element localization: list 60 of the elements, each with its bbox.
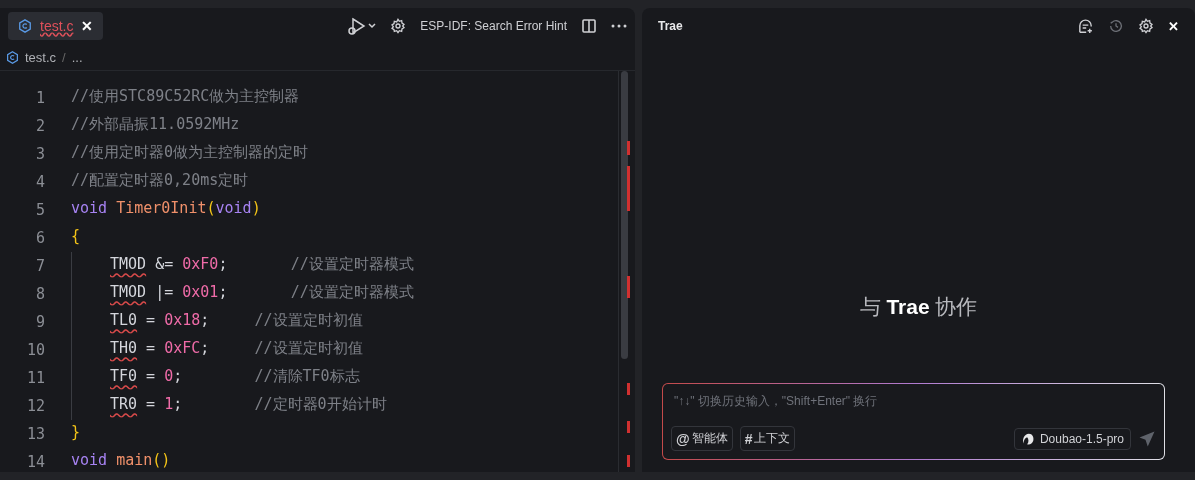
error-marker: [627, 383, 630, 395]
line-number: 1: [34, 89, 46, 107]
code-line: TMOD |= 0x01; //设置定时器模式: [110, 282, 414, 303]
settings-icon[interactable]: [1138, 18, 1154, 34]
line-number: 8: [34, 285, 46, 303]
close-button[interactable]: ✕: [1168, 18, 1179, 34]
breadcrumb-item[interactable]: test.c: [25, 49, 57, 65]
breadcrumb-item[interactable]: ...: [71, 49, 83, 65]
c-file-icon: [18, 19, 32, 33]
context-chip[interactable]: @智能体: [671, 426, 733, 451]
code-line: TH0 = 0xFC; //设置定时初值: [110, 338, 363, 359]
command-button[interactable]: ESP-IDF: Search Error Hint: [420, 19, 567, 33]
split-editor-icon[interactable]: [581, 18, 597, 34]
line-number: 10: [25, 341, 46, 359]
line-number: 12: [25, 397, 46, 415]
error-marker: [627, 421, 630, 433]
line-number: 14: [25, 453, 46, 471]
settings-icon[interactable]: [390, 18, 407, 34]
code-line: TR0 = 1; //定时器0开始计时: [110, 394, 387, 415]
error-marker: [627, 166, 630, 211]
run-debug-icon[interactable]: [346, 17, 377, 35]
code-line: void main(): [71, 450, 171, 471]
model-selector[interactable]: Doubao-1.5-pro: [1013, 427, 1131, 450]
more-icon[interactable]: [611, 24, 627, 28]
code-line: TF0 = 0; //清除TF0标志: [110, 366, 360, 387]
code-line: //外部晶振11.0592MHz: [71, 114, 240, 135]
line-number: 7: [34, 257, 46, 275]
context-chip[interactable]: #上下文: [739, 426, 796, 451]
panel-title: Trae: [658, 19, 684, 33]
chat-input-field[interactable]: "↑↓" 切换历史输入，"Shift+Enter" 换行: [671, 392, 1156, 410]
code-line: //配置定时器0,20ms定时: [71, 170, 249, 191]
file-tab[interactable]: test.c ✕: [8, 12, 104, 40]
code-line: TMOD &= 0xF0; //设置定时器模式: [110, 254, 414, 275]
welcome-heading: 与 Trae 协作: [859, 294, 978, 320]
close-tab-button[interactable]: ✕: [81, 18, 94, 34]
new-chat-icon[interactable]: [1077, 17, 1094, 35]
c-file-icon: [6, 50, 19, 64]
send-icon[interactable]: [1138, 429, 1156, 448]
code-line: {: [71, 226, 81, 247]
line-number: 11: [25, 369, 46, 387]
code-line: TL0 = 0x18; //设置定时初值: [110, 310, 363, 331]
line-number: 2: [34, 117, 46, 135]
scrollbar-thumb[interactable]: [621, 71, 628, 359]
line-number: 5: [34, 201, 46, 219]
error-marker: [627, 141, 630, 155]
line-number: 6: [34, 229, 46, 247]
code-line: //使用STC89C52RC做为主控制器: [71, 86, 300, 107]
chat-input-box[interactable]: "↑↓" 切换历史输入，"Shift+Enter" 换行 @智能体 #上下文 Doubao-1.5-pro: [662, 383, 1165, 460]
breadcrumb-separator: /: [62, 49, 66, 65]
error-marker: [627, 455, 630, 467]
history-icon[interactable]: [1108, 18, 1124, 34]
line-number: 13: [25, 425, 46, 443]
code-line: //使用定时器0做为主控制器的定时: [71, 142, 309, 163]
error-marker: [627, 276, 630, 298]
line-number: 3: [34, 145, 46, 163]
code-line: void Timer0Init(void): [71, 198, 261, 219]
line-number: 4: [34, 173, 46, 191]
code-line: }: [71, 422, 81, 443]
model-logo-icon: [1020, 431, 1035, 446]
line-number: 9: [34, 313, 46, 331]
